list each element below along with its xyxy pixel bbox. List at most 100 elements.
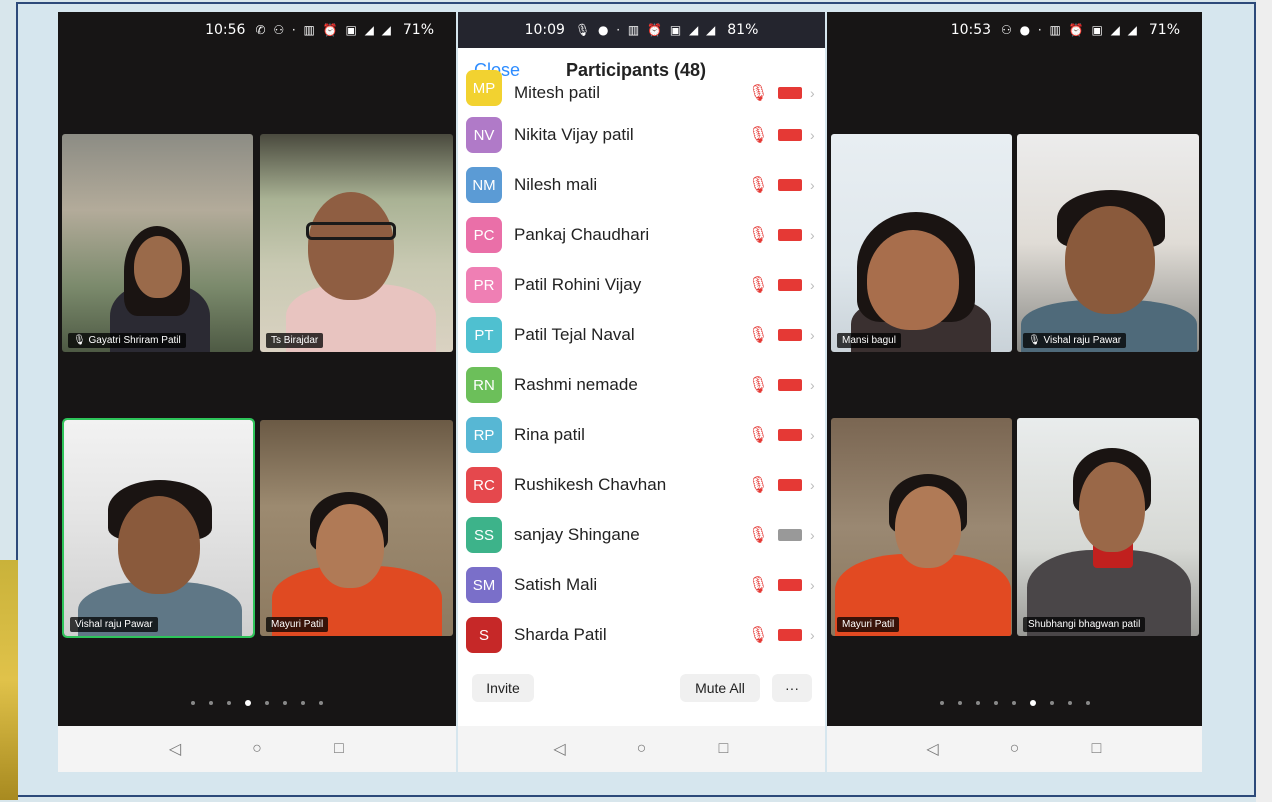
status-icons: 🎙 ● · ▥ ⏰ ▣ ◢ ◢: [574, 23, 718, 37]
participant-name: Shubhangi bhagwan patil: [1023, 617, 1146, 632]
mic-muted-icon[interactable]: 🎙: [748, 625, 768, 645]
participant-row[interactable]: RC Rushikesh Chavhan 🎙 ›: [458, 460, 825, 510]
avatar: SS: [466, 517, 502, 553]
participant-row[interactable]: NM Nilesh mali 🎙 ›: [458, 160, 825, 210]
back-icon[interactable]: ◁: [164, 739, 186, 759]
video-off-icon[interactable]: [778, 279, 802, 291]
participant-name: Rina patil: [514, 425, 585, 444]
back-icon[interactable]: ◁: [922, 739, 944, 759]
mic-muted-icon[interactable]: 🎙: [748, 175, 768, 195]
participant-row[interactable]: SM Satish Mali 🎙 ›: [458, 560, 825, 610]
video-off-icon[interactable]: [778, 129, 802, 141]
video-off-icon[interactable]: [778, 379, 802, 391]
video-off-icon[interactable]: [778, 479, 802, 491]
more-options-icon[interactable]: ···: [772, 674, 812, 702]
status-time: 10:09: [524, 22, 565, 38]
status-bar: 10:53 ⚇ ● · ▥ ⏰ ▣ ◢ ◢ 71%: [827, 12, 1202, 48]
video-tile[interactable]: Mansi bagul: [831, 134, 1012, 352]
participant-row[interactable]: SS sanjay Shingane 🎙 ›: [458, 510, 825, 560]
participant-name: Pankaj Chaudhari: [514, 225, 650, 244]
phone-left: 10:56 ✆ ⚇ · ▥ ⏰ ▣ ◢ ◢ 71% 🎙 Gayatri Shri…: [58, 12, 456, 772]
video-off-icon[interactable]: [778, 579, 802, 591]
video-tile[interactable]: Shubhangi bhagwan patil: [1017, 418, 1199, 636]
mic-muted-icon[interactable]: 🎙: [748, 225, 768, 245]
home-icon[interactable]: ○: [631, 740, 653, 758]
mic-muted-icon[interactable]: 🎙: [748, 575, 768, 595]
chevron-right-icon[interactable]: ›: [810, 627, 815, 643]
chevron-right-icon[interactable]: ›: [810, 85, 815, 101]
mic-muted-icon[interactable]: 🎙: [748, 475, 768, 495]
participant-name: Rashmi nemade: [514, 375, 638, 394]
video-tile[interactable]: 🎙 Vishal raju Pawar: [1017, 134, 1199, 352]
avatar: PC: [466, 217, 502, 253]
mic-muted-icon[interactable]: 🎙: [748, 125, 768, 145]
chevron-right-icon[interactable]: ›: [810, 427, 815, 443]
participant-name: Rushikesh Chavhan: [514, 475, 667, 494]
participant-row[interactable]: NV Nikita Vijay patil 🎙 ›: [458, 110, 825, 160]
mic-muted-icon[interactable]: 🎙: [748, 83, 768, 103]
participant-name: Vishal raju Pawar: [70, 617, 158, 632]
page-indicator[interactable]: [827, 700, 1202, 706]
video-tile[interactable]: Mayuri Patil: [831, 418, 1012, 636]
participant-row[interactable]: PT Patil Tejal Naval 🎙 ›: [458, 310, 825, 360]
video-tile[interactable]: 🎙 Gayatri Shriram Patil: [62, 134, 253, 352]
video-tile[interactable]: Mayuri Patil: [260, 420, 453, 636]
avatar: NM: [466, 167, 502, 203]
home-icon[interactable]: ○: [1004, 740, 1026, 758]
mic-muted-icon[interactable]: 🎙: [748, 325, 768, 345]
page-indicator[interactable]: [58, 700, 456, 706]
participant-name: Patil Tejal Naval: [514, 325, 635, 344]
mic-muted-icon[interactable]: 🎙: [748, 275, 768, 295]
chevron-right-icon[interactable]: ›: [810, 377, 815, 393]
recents-icon[interactable]: □: [713, 740, 735, 758]
chevron-right-icon[interactable]: ›: [810, 327, 815, 343]
video-off-icon[interactable]: [778, 87, 802, 99]
avatar: MP: [466, 70, 502, 106]
mute-all-button[interactable]: Mute All: [680, 674, 760, 702]
chevron-right-icon[interactable]: ›: [810, 227, 815, 243]
battery-level: 71%: [1148, 22, 1180, 38]
video-tile[interactable]: Ts Birajdar: [260, 134, 453, 352]
avatar: PR: [466, 267, 502, 303]
participant-row[interactable]: MP Mitesh patil 🎙 ›: [458, 70, 825, 110]
avatar: RP: [466, 417, 502, 453]
invite-button[interactable]: Invite: [472, 674, 534, 702]
home-icon[interactable]: ○: [246, 740, 268, 758]
participant-row[interactable]: S Sharda Patil 🎙 ›: [458, 610, 825, 660]
participant-row[interactable]: RP Rina patil 🎙 ›: [458, 410, 825, 460]
decorative-border: [0, 560, 18, 800]
mic-muted-icon[interactable]: 🎙: [748, 425, 768, 445]
video-off-icon[interactable]: [778, 179, 802, 191]
chevron-right-icon[interactable]: ›: [810, 577, 815, 593]
chevron-right-icon[interactable]: ›: [810, 527, 815, 543]
participant-row[interactable]: RN Rashmi nemade 🎙 ›: [458, 360, 825, 410]
mic-muted-icon[interactable]: 🎙: [748, 375, 768, 395]
video-off-icon[interactable]: [778, 229, 802, 241]
participant-name: Patil Rohini Vijay: [514, 275, 642, 294]
participant-row[interactable]: PR Patil Rohini Vijay 🎙 ›: [458, 260, 825, 310]
chevron-right-icon[interactable]: ›: [810, 177, 815, 193]
video-tile[interactable]: Vishal raju Pawar: [62, 418, 255, 638]
recents-icon[interactable]: □: [328, 740, 350, 758]
participant-list[interactable]: MP Mitesh patil 🎙 › NV Nikita Vijay pati…: [458, 70, 825, 660]
video-off-icon[interactable]: [778, 429, 802, 441]
recents-icon[interactable]: □: [1086, 740, 1108, 758]
phone-right: 10:53 ⚇ ● · ▥ ⏰ ▣ ◢ ◢ 71% Mansi bagul 🎙 …: [827, 12, 1202, 772]
status-time: 10:53: [950, 22, 992, 38]
participant-name: Satish Mali: [514, 575, 598, 594]
video-off-icon[interactable]: [778, 329, 802, 341]
avatar: NV: [466, 117, 502, 153]
chevron-right-icon[interactable]: ›: [810, 277, 815, 293]
participant-name: Sharda Patil: [514, 625, 607, 644]
chevron-right-icon[interactable]: ›: [810, 127, 815, 143]
status-icons: ✆ ⚇ · ▥ ⏰ ▣ ◢ ◢: [255, 23, 393, 37]
back-icon[interactable]: ◁: [549, 739, 571, 759]
video-off-icon[interactable]: [778, 629, 802, 641]
participant-name: Nikita Vijay patil: [514, 125, 634, 144]
status-bar: 10:09 🎙 ● · ▥ ⏰ ▣ ◢ ◢ 81%: [458, 12, 825, 48]
video-on-icon[interactable]: [778, 529, 802, 541]
participant-row[interactable]: PC Pankaj Chaudhari 🎙 ›: [458, 210, 825, 260]
participant-name: sanjay Shingane: [514, 525, 640, 544]
chevron-right-icon[interactable]: ›: [810, 477, 815, 493]
mic-muted-icon[interactable]: 🎙: [748, 525, 768, 545]
